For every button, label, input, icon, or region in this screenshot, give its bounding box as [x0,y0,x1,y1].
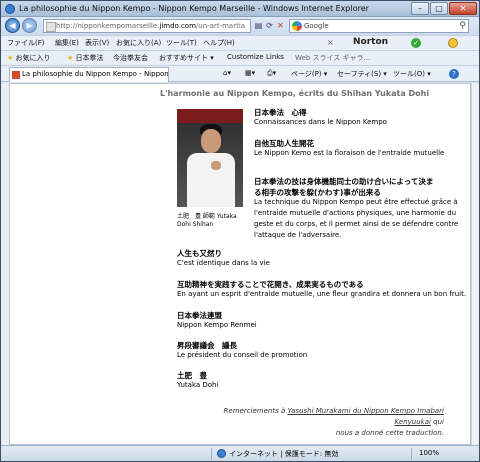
feeds-icon[interactable]: ▦▾ [245,69,255,77]
article-column: L'harmonie au Nippon Kempo, écrits du Sh… [160,84,466,444]
menu-tools[interactable]: ツール(T) [166,38,197,48]
menu-view[interactable]: 表示(V) [85,38,109,48]
forward-button[interactable]: ▶ [22,18,37,33]
section-jp: 日本拳法の技は身体機能同士の助け合いによって決ま [254,177,434,186]
section-fr: Le président du conseil de promotion [177,351,308,359]
fist [211,161,221,170]
credit-line2: nous a donné cette traduction. [335,429,444,437]
search-icon[interactable]: ⚲ [459,20,466,32]
section-fr: l'entraide mutuelle d'actions physiques,… [254,209,457,217]
tab-active[interactable]: La philosophie du Nippon Kempo - Nippon … [9,67,169,82]
home-icon[interactable]: ⌂▾ [223,69,231,77]
menu-file[interactable]: ファイル(F) [7,38,45,48]
ie-icon [5,4,15,14]
section-fr: geste et du corps, et il permet ainsi de… [254,220,459,228]
section-fr: Le Nippon Kemo est la floraison de l'ent… [254,149,445,157]
google-icon [292,21,302,31]
window-controls: – □ ✕ [411,2,477,15]
status-bar: インターネット | 保護モード: 無効 100% [1,445,479,461]
norton-close-icon[interactable]: × [327,38,334,47]
url-prefix: http://nipponkempomarseille. [56,22,160,30]
menu-help[interactable]: ヘルプ(H) [203,38,235,48]
search-engine-label: Google [304,22,329,30]
favorites-bar: ★ お気に入り ★ 日本拳法 今治拳友会 おすすめサイト ▾ Customize… [1,50,479,65]
photo-caption-line2: Dohi Shihan [177,221,214,228]
status-divider [211,448,212,460]
section-fr: C'est identique dans la vie [177,259,270,267]
vertical-scrollbar[interactable] [471,83,479,445]
section-fr: La technique du Nippon Kempo peut être e… [254,198,458,206]
fav-link-imabari[interactable]: 今治拳友会 [113,53,148,63]
status-divider [411,448,412,460]
star-icon: ★ [7,54,14,62]
photo-caption-line1: 土肥 豊 師範 Yutaka [177,213,237,220]
search-input[interactable]: Google ⚲ [289,19,469,33]
fav-label: 今治拳友会 [113,54,148,62]
print-icon[interactable]: ⎙▾ [267,69,276,78]
section-fr: En ayant un esprit d'entraide mutuelle, … [177,290,467,298]
fav-link-nippon-kempo[interactable]: ★ 日本拳法 [67,53,104,63]
tab-title: La philosophie du Nippon Kempo - Nippon … [22,70,169,78]
fav-label: おすすめサイト ▾ [159,54,214,62]
section-fr: Nippon Kempo Renmei [177,321,257,329]
translation-credit: Remerciements à Yasushi Murakami du Nipp… [186,406,444,439]
face [201,129,221,153]
browser-window: La philosophie du Nippon Kempo - Nippon … [0,0,480,462]
close-button[interactable]: ✕ [449,2,477,15]
section-fr: Yutaka Dohi [177,381,219,389]
uniform [187,153,235,207]
tab-command-bar: La philosophie du Nippon Kempo - Nippon … [1,65,479,82]
favorites-label: お気に入り [15,54,51,62]
zoom-level[interactable]: 100% [419,449,439,457]
tools-menu[interactable]: ツール(O) ▾ [393,69,431,79]
star-icon: ★ [67,54,74,62]
menu-favorites[interactable]: お気に入り(A) [116,38,161,48]
page-viewport: L'harmonie au Nippon Kempo, écrits du Sh… [9,83,471,445]
address-bar-row: ◀ ▶ http://nipponkempomarseille.jimdo.co… [1,17,479,35]
shihan-photo [177,109,243,207]
help-icon[interactable]: ? [449,69,459,79]
address-input[interactable]: http://nipponkempomarseille.jimdo.com/un… [43,19,251,33]
window-title: La philosophie du Nippon Kempo - Nippon … [19,4,369,13]
fav-label: Web スライス ギャラ... [295,54,371,62]
safety-menu[interactable]: セーフティ(S) ▾ [337,69,387,79]
compat-view-icon[interactable]: ▤ [253,20,264,31]
security-zone[interactable]: インターネット | 保護モード: 無効 [229,449,338,459]
minimize-button[interactable]: – [411,2,429,15]
site-favicon [12,71,20,79]
fav-label: Customize Links [227,53,284,61]
menu-edit[interactable]: 編集(E) [55,38,79,48]
page-menu[interactable]: ページ(P) ▾ [291,69,327,79]
refresh-icon[interactable]: ⟳ [264,20,275,31]
article-heading: L'harmonie au Nippon Kempo, écrits du Sh… [160,89,430,98]
norton-toolbar-logo[interactable]: Norton [353,37,388,47]
norton-safe-icon[interactable]: ✓ [411,38,421,48]
fav-label: 日本拳法 [75,54,104,62]
internet-zone-icon [217,449,226,458]
fav-suggested-sites[interactable]: おすすめサイト ▾ [159,53,214,63]
credit-prefix: Remerciements à [223,407,288,415]
credit-suffix: qui [430,418,444,426]
translator-link[interactable]: Yasushi Murakami du Nippon Kempo Imabari… [288,407,445,426]
maximize-button[interactable]: □ [430,2,448,15]
title-bar: La philosophie du Nippon Kempo - Nippon … [1,1,479,17]
background-banner [177,109,243,123]
section-fr: Connaissances dans le Nippon Kempo [254,118,387,126]
stop-icon[interactable]: ✕ [275,20,286,31]
back-button[interactable]: ◀ [5,18,20,33]
norton-status-icon[interactable] [448,38,458,48]
fav-web-slice-gallery[interactable]: Web スライス ギャラ... [295,53,370,63]
left-gutter [1,83,9,445]
fav-customize-links[interactable]: Customize Links [227,53,284,61]
favorites-button[interactable]: ★ お気に入り [7,53,51,63]
section-fr: l'attaque de l'adversaire. [254,231,342,239]
url-suffix: /un-art-martia [195,22,246,30]
menu-bar: ファイル(F) 編集(E) 表示(V) お気に入り(A) ツール(T) ヘルプ(… [1,35,479,50]
url-domain: jimdo.com [159,22,196,30]
